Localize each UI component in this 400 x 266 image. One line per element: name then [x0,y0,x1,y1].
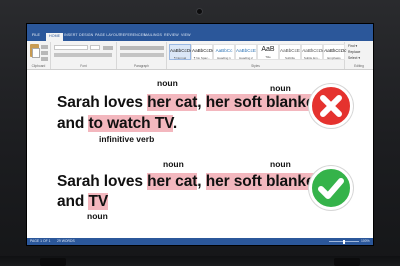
sentence-text: and [57,115,89,132]
group-label: Font [80,64,87,68]
group-label: Styles [251,64,260,68]
highlight-her-soft-blanket: her soft blanket [205,173,320,190]
tab-design[interactable]: DESIGN [79,33,93,37]
noun-label: noun [157,78,178,88]
style-normal[interactable]: AaBbCcDc ¶ Normal [169,44,192,60]
tab-file[interactable]: FILE [29,32,43,41]
list-buttons[interactable] [120,46,164,50]
group-font: Font [51,42,117,69]
style-title[interactable]: AaB Title [257,44,279,60]
word-count[interactable]: 29 WORDS [57,239,75,243]
font-format-buttons[interactable] [54,53,112,57]
ribbon-tabs: FILE HOME INSERT DESIGN PAGE LAYOUT REFE… [27,32,373,41]
font-size-select[interactable] [90,45,100,50]
style-subtitle[interactable]: AaBbCcE Subtitle [279,44,301,60]
group-label: Editing [354,64,364,68]
laptop-bezel: FILE HOME INSERT DESIGN PAGE LAYOUT REFE… [0,0,400,266]
hinge [334,258,360,266]
sentence-text: Sarah loves [57,94,148,111]
group-editing: Find ▾ Replace Select ▾ Editing [345,42,373,69]
page-count[interactable]: PAGE 1 OF 1 [30,239,50,243]
webcam-icon [196,8,203,15]
correct-check-icon [309,166,353,210]
noun-label: noun [163,159,184,169]
infinitive-verb-label: infinitive verb [99,134,155,144]
group-paragraph: Paragraph [117,42,167,69]
incorrect-x-icon [309,84,353,128]
sentence1-line1: Sarah loves her cat, her soft blanket, [57,94,324,112]
style-no-spacing[interactable]: AaBbCcDc ¶ No Spac... [191,44,214,60]
group-label: Clipboard [31,64,46,68]
style-emphasis[interactable]: AaBbCcDc Emphasis [323,44,346,60]
group-clipboard: Clipboard [27,42,51,69]
tab-review[interactable]: REVIEW [164,33,179,37]
format-painter-icon[interactable] [41,57,48,61]
sentence-text: Sarah loves [57,173,148,190]
style-heading-1[interactable]: AaBbCc Heading 1 [213,44,235,60]
tab-insert[interactable]: INSERT [64,33,78,37]
highlight-her-cat: her cat [147,94,198,111]
select-button[interactable]: Select ▾ [348,56,360,60]
grow-shrink-icon[interactable] [103,46,113,50]
highlight-her-soft-blanket: her soft blanket [205,94,320,111]
zoom-slider-handle[interactable] [343,240,345,244]
tab-page-layout[interactable]: PAGE LAYOUT [95,33,121,37]
tab-references[interactable]: REFERENCES [120,33,146,37]
quick-access-toolbar[interactable] [30,25,54,38]
sentence1-line2: and to watch TV. [57,115,177,133]
style-subtle-emphasis[interactable]: AaBbCcDc Subtle Em... [301,44,324,60]
sentence2-line1: Sarah loves her cat, her soft blanket, [57,173,324,191]
group-label: Paragraph [134,64,149,68]
noun-label: noun [270,83,291,93]
ribbon: Clipboard Font Paragraph AaBbCcDc ¶ Norma… [27,41,373,70]
find-button[interactable]: Find ▾ [348,44,357,48]
highlight-to-watch-tv: to watch TV [88,115,173,132]
comma: , [197,173,202,190]
style-heading-2[interactable]: AaBbCcE Heading 2 [235,44,257,60]
tab-home[interactable]: HOME [46,33,64,41]
title-bar [27,24,373,38]
copy-icon[interactable] [41,51,48,55]
word-window: FILE HOME INSERT DESIGN PAGE LAYOUT REFE… [26,23,374,246]
highlight-tv: TV [88,193,109,210]
sentence2-line2: and TV [57,193,108,211]
zoom-level[interactable]: 100% [361,239,370,243]
noun-label: noun [87,211,108,221]
noun-label: noun [270,159,291,169]
tab-mailings[interactable]: MAILINGS [144,33,162,37]
status-bar: PAGE 1 OF 1 29 WORDS 100% [27,238,373,245]
hinge [40,258,66,266]
replace-button[interactable]: Replace [348,50,360,54]
font-name-select[interactable] [54,45,88,50]
comma: , [197,94,202,111]
group-styles: AaBbCcDc ¶ Normal AaBbCcDc ¶ No Spac... Aa… [167,42,346,69]
tab-view[interactable]: VIEW [181,33,191,37]
cut-icon[interactable] [41,45,48,49]
align-buttons[interactable] [120,53,164,57]
sentence-text: and [57,193,89,210]
period: . [172,115,178,132]
paste-icon[interactable] [30,44,40,58]
highlight-her-cat: her cat [147,173,198,190]
